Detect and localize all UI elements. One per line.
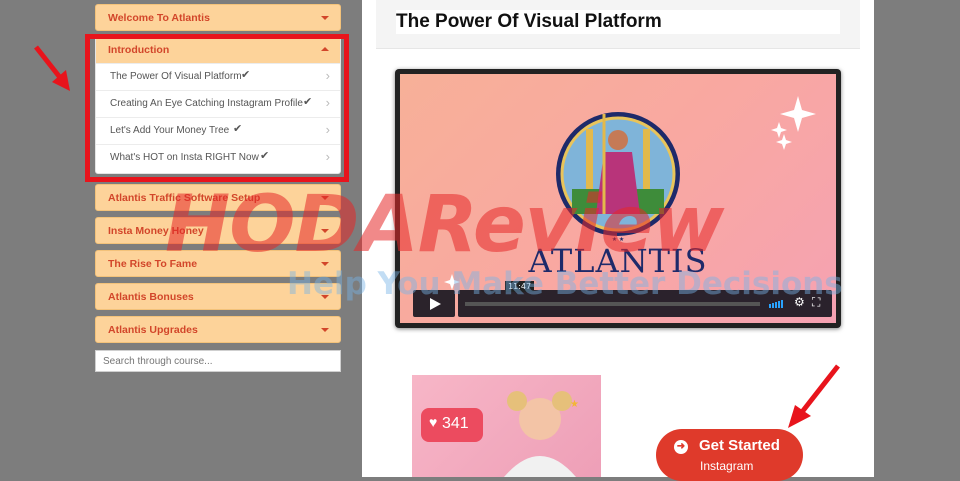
section-welcome-to-atlantis[interactable]: Welcome To Atlantis: [95, 4, 341, 31]
like-count: 341: [442, 415, 469, 432]
volume-bar[interactable]: [778, 301, 780, 308]
like-counter-bubble: ♥ 341: [421, 408, 483, 442]
caret-down-icon: [321, 328, 329, 332]
section-label: Atlantis Traffic Software Setup: [108, 192, 261, 204]
volume-bar[interactable]: [769, 304, 771, 308]
video-controls: 11:47 ⚙ ⛶: [407, 281, 835, 318]
caret-down-icon: [321, 295, 329, 299]
caret-down-icon: [321, 262, 329, 266]
arrow-right-icon: ➜: [674, 440, 688, 454]
volume-bar[interactable]: [775, 302, 777, 308]
highlight-box: [85, 34, 349, 182]
instagram-promo-image: ★ ♥ 341: [412, 375, 601, 477]
caret-down-icon: [321, 16, 329, 20]
page-title: The Power Of Visual Platform: [396, 11, 662, 32]
title-box: The Power Of Visual Platform: [396, 10, 840, 34]
volume-bar[interactable]: [781, 300, 783, 308]
caret-down-icon: [321, 229, 329, 233]
section-rise-to-fame[interactable]: The Rise To Fame: [95, 250, 341, 277]
section-atlantis-upgrades[interactable]: Atlantis Upgrades: [95, 316, 341, 343]
course-search-input[interactable]: [95, 350, 341, 372]
main-content: The Power Of Visual Platform ★ ★ ATLANTI…: [362, 0, 874, 481]
section-label: Insta Money Honey: [108, 225, 204, 237]
section-insta-money-honey[interactable]: Insta Money Honey: [95, 217, 341, 244]
progress-track[interactable]: [465, 302, 760, 306]
svg-text:★: ★: [570, 399, 579, 410]
video-brand-title: ATLANTIS: [528, 242, 708, 280]
red-arrow-icon: [34, 45, 70, 91]
section-label: The Rise To Fame: [108, 258, 198, 270]
section-label: Welcome To Atlantis: [108, 12, 210, 24]
section-traffic-software-setup[interactable]: Atlantis Traffic Software Setup: [95, 184, 341, 211]
video-frame[interactable]: ★ ★ ATLANTIS 11:47 ⚙ ⛶: [400, 74, 836, 323]
play-button[interactable]: [413, 290, 455, 317]
video-duration: 11:47: [505, 281, 535, 292]
video-control-bar: 11:47 ⚙ ⛶: [458, 281, 832, 317]
cta-sublabel: Instagram: [700, 459, 754, 473]
section-label: Atlantis Bonuses: [108, 291, 194, 303]
volume-bar[interactable]: [772, 303, 774, 308]
get-started-button[interactable]: ➜ Get Started Instagram: [656, 429, 803, 481]
caret-down-icon: [321, 196, 329, 200]
section-label: Atlantis Upgrades: [108, 324, 198, 336]
section-atlantis-bonuses[interactable]: Atlantis Bonuses: [95, 283, 341, 310]
play-icon: [430, 298, 441, 310]
heart-icon: ♥: [429, 414, 438, 430]
cta-label: Get Started: [699, 437, 780, 454]
sparkle-icon: [444, 96, 816, 290]
fullscreen-icon[interactable]: ⛶: [812, 295, 820, 310]
title-bar: The Power Of Visual Platform: [376, 0, 860, 49]
settings-icon[interactable]: ⚙: [794, 295, 805, 309]
video-player[interactable]: ★ ★ ATLANTIS 11:47 ⚙ ⛶: [395, 69, 841, 328]
